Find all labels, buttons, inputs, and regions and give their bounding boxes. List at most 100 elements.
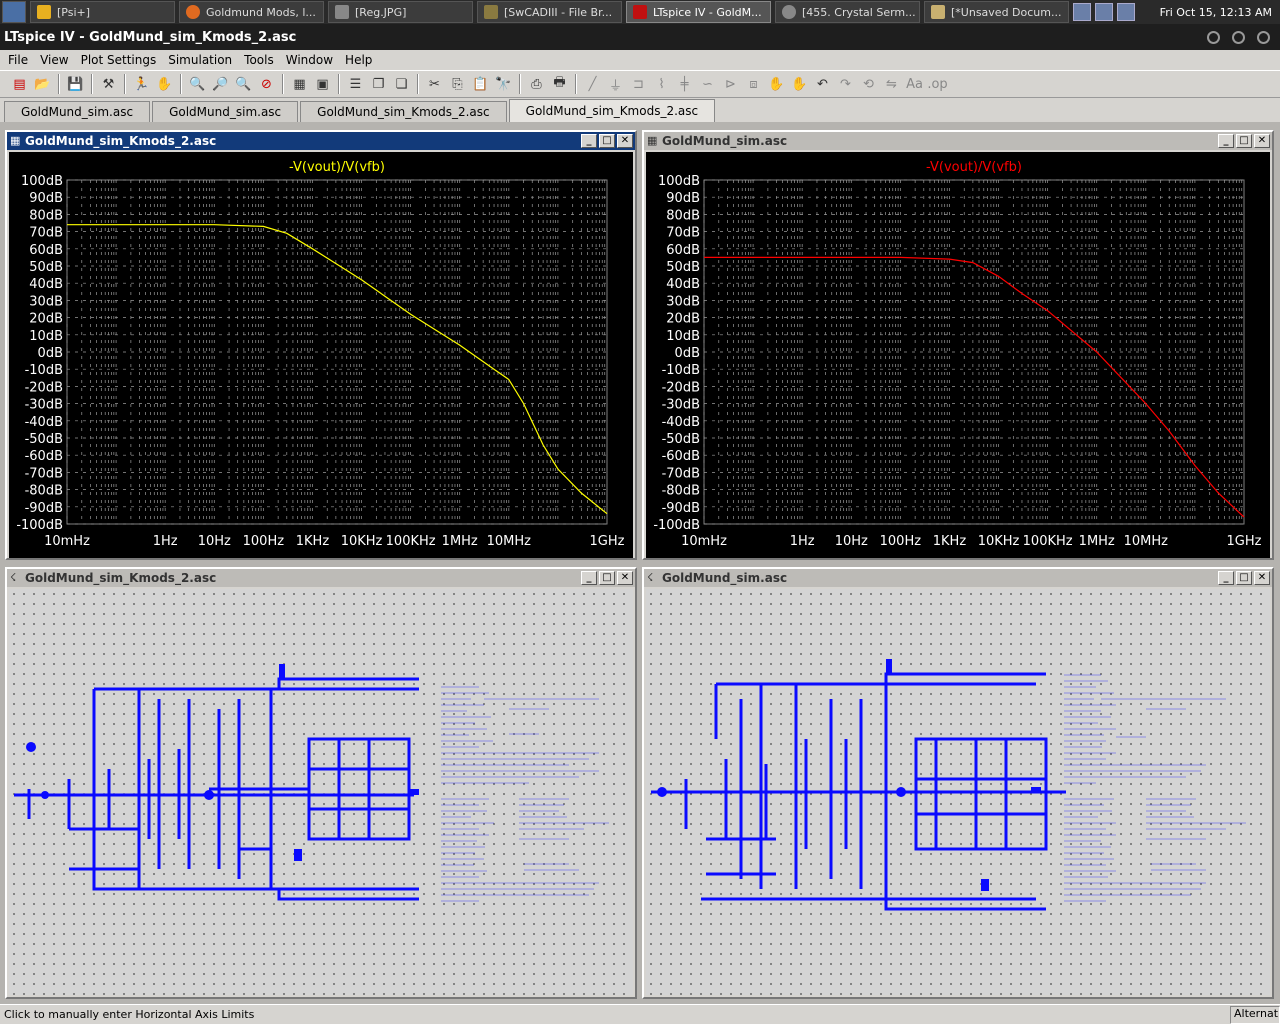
y-tick-label[interactable]: 90dB: [666, 191, 700, 206]
x-tick-label[interactable]: 10mHz: [681, 534, 727, 549]
open-icon[interactable]: 📂: [33, 74, 53, 94]
redo-icon[interactable]: ↷: [836, 74, 856, 94]
y-tick-label[interactable]: -40dB: [662, 415, 700, 430]
plot-window-right-title[interactable]: ▦ GoldMund_sim.asc _ □ ✕: [644, 132, 1272, 150]
x-tick-label[interactable]: 1Hz: [153, 534, 178, 549]
y-tick-label[interactable]: -60dB: [662, 449, 700, 464]
taskbar-item-file-browser[interactable]: [SwCADIII - File Br...: [477, 1, 622, 23]
cascade-icon[interactable]: ❐: [369, 74, 389, 94]
print-icon[interactable]: 🖶: [550, 74, 570, 94]
maximize-icon[interactable]: □: [1236, 134, 1252, 148]
x-tick-label[interactable]: 10KHz: [978, 534, 1020, 549]
x-tick-label[interactable]: 10MHz: [487, 534, 532, 549]
wire-icon[interactable]: ╱: [583, 74, 603, 94]
y-tick-label[interactable]: 80dB: [666, 208, 700, 223]
paste-icon[interactable]: 📋: [471, 74, 491, 94]
y-tick-label[interactable]: -40dB: [25, 415, 63, 430]
tray-icon-1[interactable]: [1073, 3, 1091, 21]
y-tick-label[interactable]: -90dB: [25, 501, 63, 516]
y-tick-label[interactable]: 70dB: [666, 226, 700, 241]
y-tick-label[interactable]: 40dB: [29, 277, 63, 292]
y-tick-label[interactable]: -60dB: [25, 449, 63, 464]
y-tick-label[interactable]: 10dB: [666, 329, 700, 344]
maximize-icon[interactable]: □: [599, 134, 615, 148]
x-tick-label[interactable]: 100Hz: [243, 534, 285, 549]
clock[interactable]: Fri Oct 15, 12:13 AM: [1152, 6, 1280, 19]
y-tick-label[interactable]: -70dB: [25, 466, 63, 481]
bode-plot-left[interactable]: 100dB 90dB 80dB 70dB 60dB 50dB 40dB 30dB 20dB 10d…: [9, 152, 633, 558]
y-tick-label[interactable]: 100dB: [21, 174, 63, 189]
menu-plot-settings[interactable]: Plot Settings: [75, 53, 163, 67]
menu-help[interactable]: Help: [339, 53, 378, 67]
tile-horizontal-icon[interactable]: ☰: [346, 74, 366, 94]
tab-goldmund-kmods-1[interactable]: GoldMund_sim_Kmods_2.asc: [300, 101, 507, 122]
plot-settings-icon[interactable]: ▣: [313, 74, 333, 94]
resistor-icon[interactable]: ⌇: [652, 74, 672, 94]
x-tick-label[interactable]: 1Hz: [790, 534, 815, 549]
plot-window-left-title[interactable]: ▦ GoldMund_sim_Kmods_2.asc _ □ ✕: [7, 132, 635, 150]
x-tick-label[interactable]: 10MHz: [1124, 534, 1169, 549]
x-tick-label[interactable]: 1MHz: [1079, 534, 1115, 549]
y-tick-label[interactable]: -20dB: [662, 380, 700, 395]
save-icon[interactable]: 💾: [66, 74, 86, 94]
y-tick-label[interactable]: -30dB: [25, 398, 63, 413]
mirror-icon[interactable]: ⇋: [882, 74, 902, 94]
tab-goldmund-kmods-2[interactable]: GoldMund_sim_Kmods_2.asc: [508, 99, 716, 122]
trace-label[interactable]: -V(vout)/V(vfb): [926, 160, 1022, 175]
taskbar-item-image[interactable]: [Reg.JPG]: [328, 1, 473, 23]
y-tick-label[interactable]: 50dB: [29, 260, 63, 275]
x-tick-label[interactable]: 100Hz: [880, 534, 922, 549]
taskbar-item-crystal[interactable]: [455. Crystal Serm...: [775, 1, 920, 23]
y-tick-label[interactable]: 30dB: [666, 294, 700, 309]
control-panel-icon[interactable]: ⚒: [99, 74, 119, 94]
y-tick-label[interactable]: -10dB: [25, 363, 63, 378]
plot-pane[interactable]: 100dB 90dB 80dB 70dB 60dB 50dB 40dB 30dB 20dB 10d…: [646, 152, 1270, 558]
tray-icon-2[interactable]: [1095, 3, 1113, 21]
maximize-icon[interactable]: [1232, 30, 1245, 44]
y-tick-label[interactable]: -50dB: [662, 432, 700, 447]
taskbar-item-psi[interactable]: [Psi+]: [30, 1, 175, 23]
y-tick-label[interactable]: 100dB: [658, 174, 700, 189]
zoom-in-icon[interactable]: 🔍: [188, 74, 208, 94]
zoom-pan-icon[interactable]: 🔎: [211, 74, 231, 94]
y-tick-label[interactable]: -100dB: [653, 518, 700, 533]
y-tick-label[interactable]: 60dB: [666, 243, 700, 258]
menu-tools[interactable]: Tools: [238, 53, 280, 67]
diode-icon[interactable]: ⊳: [721, 74, 741, 94]
x-tick-label[interactable]: 1KHz: [296, 534, 330, 549]
menu-file[interactable]: File: [2, 53, 34, 67]
bode-plot-right[interactable]: 100dB 90dB 80dB 70dB 60dB 50dB 40dB 30dB 20dB 10d…: [646, 152, 1270, 558]
x-tick-label[interactable]: 10Hz: [198, 534, 231, 549]
zoom-out-icon[interactable]: 🔍: [234, 74, 254, 94]
y-tick-label[interactable]: 70dB: [29, 226, 63, 241]
y-tick-label[interactable]: 0dB: [38, 346, 63, 361]
y-tick-label[interactable]: 60dB: [29, 243, 63, 258]
undo-icon[interactable]: ↶: [813, 74, 833, 94]
ground-icon[interactable]: ⏚: [606, 74, 626, 94]
trace-line[interactable]: [704, 256, 1245, 518]
x-tick-label[interactable]: 1GHz: [1227, 534, 1262, 549]
start-menu-icon[interactable]: [2, 1, 26, 23]
minimize-icon[interactable]: _: [1218, 134, 1234, 148]
x-tick-label[interactable]: 1KHz: [933, 534, 967, 549]
cut-icon[interactable]: ✂: [425, 74, 445, 94]
text-icon[interactable]: Aa: [905, 74, 925, 94]
y-tick-label[interactable]: -50dB: [25, 432, 63, 447]
x-tick-label[interactable]: 100KHz: [386, 534, 436, 549]
x-tick-label[interactable]: 100KHz: [1023, 534, 1073, 549]
y-tick-label[interactable]: 80dB: [29, 208, 63, 223]
taskbar-item-firefox[interactable]: Goldmund Mods, l...: [179, 1, 324, 23]
y-tick-label[interactable]: 20dB: [666, 312, 700, 327]
y-tick-label[interactable]: 0dB: [675, 346, 700, 361]
maximize-icon[interactable]: □: [1236, 571, 1252, 585]
component-icon[interactable]: ⧈: [744, 74, 764, 94]
print-setup-icon[interactable]: ⎙: [527, 74, 547, 94]
y-tick-label[interactable]: -80dB: [25, 484, 63, 499]
menu-view[interactable]: View: [34, 53, 74, 67]
y-tick-label[interactable]: -70dB: [662, 466, 700, 481]
spice-directive-icon[interactable]: .op: [927, 74, 947, 94]
inductor-icon[interactable]: ∽: [698, 74, 718, 94]
taskbar-item-ltspice[interactable]: LTspice IV - GoldM...: [626, 1, 771, 23]
tab-goldmund-sim-2[interactable]: GoldMund_sim.asc: [152, 101, 299, 122]
zoom-fit-icon[interactable]: ⊘: [257, 74, 277, 94]
